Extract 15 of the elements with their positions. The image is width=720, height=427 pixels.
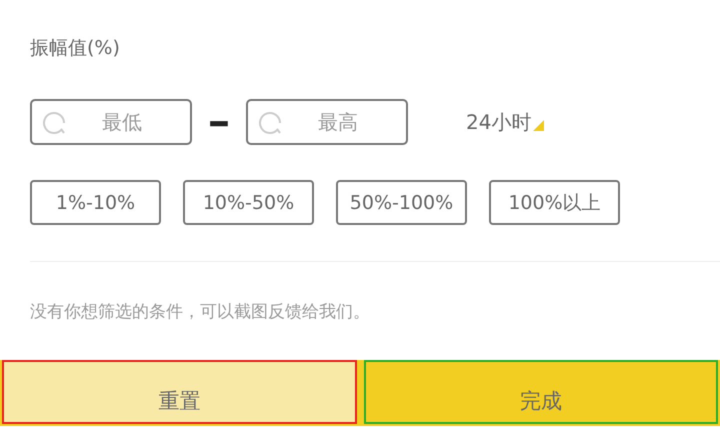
feedback-note: 没有你想筛选的条件，可以截图反馈给我们。 xyxy=(30,301,371,324)
preset-chip[interactable]: 10%-50% xyxy=(183,180,314,225)
reset-button[interactable]: 重置 xyxy=(2,360,356,424)
min-field[interactable]: 最低 xyxy=(30,99,192,145)
preset-chip[interactable]: 100%以上 xyxy=(489,180,620,225)
max-field[interactable]: 最高 xyxy=(246,99,408,145)
period-dropdown[interactable]: 24小时 xyxy=(466,108,532,136)
done-button[interactable]: 完成 xyxy=(364,360,718,424)
search-icon xyxy=(258,109,284,135)
section-title: 振幅值(%) xyxy=(30,36,121,61)
dropdown-triangle-icon xyxy=(533,120,544,130)
range-separator: - xyxy=(206,102,232,142)
preset-chip[interactable]: 1%-10% xyxy=(30,180,161,225)
preset-chip[interactable]: 50%-100% xyxy=(336,180,467,225)
search-icon xyxy=(42,109,68,135)
